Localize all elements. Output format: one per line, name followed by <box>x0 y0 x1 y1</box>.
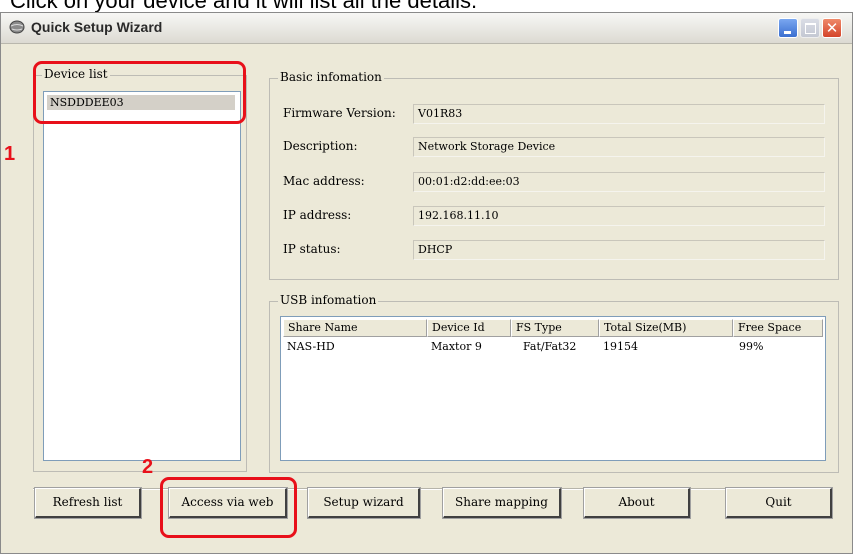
column-header-total-size[interactable]: Total Size(MB) <box>599 319 733 337</box>
device-listbox[interactable]: NSDDDEE03 <box>43 91 241 461</box>
maximize-button[interactable] <box>800 18 820 38</box>
ip-status-label: IP status: <box>283 242 341 256</box>
table-cell-fs-type[interactable]: Fat/Fat32 <box>523 340 576 353</box>
description-label: Description: <box>283 139 358 153</box>
usb-share-table[interactable]: Share Name Device Id FS Type Total Size(… <box>280 316 826 461</box>
step-number-1: 1 <box>4 143 16 165</box>
table-cell-total-size[interactable]: 19154 <box>603 340 638 353</box>
ip-address-label: IP address: <box>283 208 352 222</box>
table-cell-free-space[interactable]: 99% <box>739 340 763 353</box>
description-field: Network Storage Device <box>413 137 825 157</box>
quit-button[interactable]: Quit <box>725 487 833 519</box>
ip-address-field: 192.168.11.10 <box>413 206 825 226</box>
refresh-list-button[interactable]: Refresh list <box>34 487 142 519</box>
app-globe-icon <box>9 20 25 34</box>
about-button[interactable]: About <box>583 487 691 519</box>
minimize-button[interactable] <box>778 18 798 38</box>
access-button-highlight-box <box>160 477 297 538</box>
basic-info-label: Basic infomation <box>278 70 384 84</box>
close-button[interactable]: ✕ <box>822 18 842 38</box>
column-header-device-id[interactable]: Device Id <box>427 319 511 337</box>
table-cell-share-name[interactable]: NAS-HD <box>287 340 335 353</box>
share-mapping-button[interactable]: Share mapping <box>442 487 562 519</box>
column-header-share-name[interactable]: Share Name <box>283 319 427 337</box>
close-icon: ✕ <box>825 19 839 37</box>
column-header-free-space[interactable]: Free Space <box>733 319 823 337</box>
step-number-2: 2 <box>142 456 154 478</box>
title-bar[interactable]: Quick Setup Wizard ✕ <box>1 13 852 44</box>
firmware-version-field: V01R83 <box>413 104 825 124</box>
mac-address-label: Mac address: <box>283 174 365 188</box>
device-highlight-box <box>33 61 246 124</box>
usb-info-label: USB infomation <box>278 293 379 307</box>
window-title: Quick Setup Wizard <box>31 19 163 35</box>
table-cell-device-id[interactable]: Maxtor 9 <box>431 340 482 353</box>
ip-status-field: DHCP <box>413 240 825 260</box>
separator-line <box>33 488 833 490</box>
mac-address-field: 00:01:d2:dd:ee:03 <box>413 172 825 192</box>
setup-wizard-button[interactable]: Setup wizard <box>307 487 421 519</box>
column-header-fs-type[interactable]: FS Type <box>511 319 599 337</box>
firmware-version-label: Firmware Version: <box>283 106 396 120</box>
